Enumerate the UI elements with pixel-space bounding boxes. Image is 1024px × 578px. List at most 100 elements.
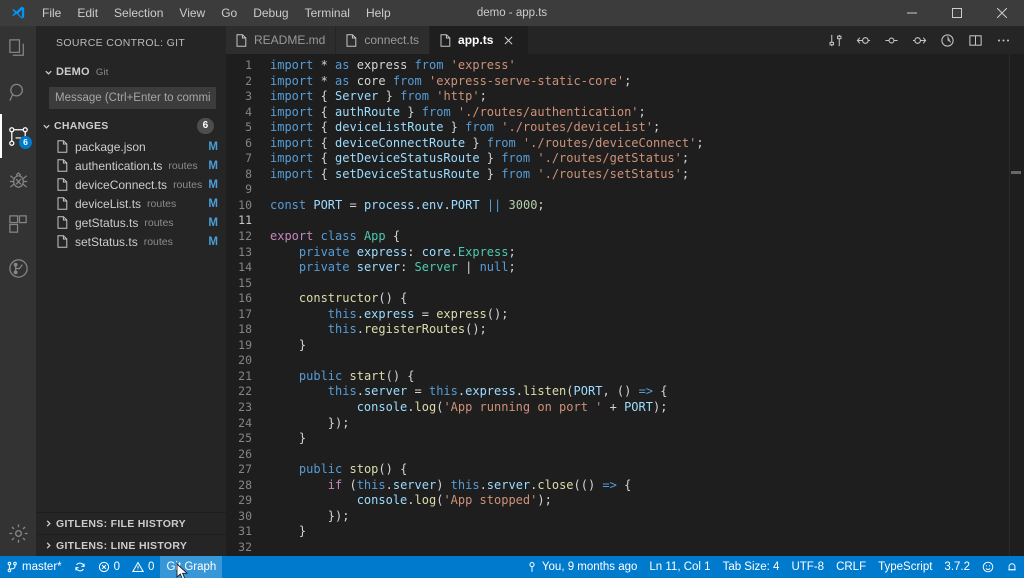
more-actions-icon[interactable] bbox=[990, 26, 1016, 54]
menu-file[interactable]: File bbox=[34, 0, 69, 26]
status-tab-size[interactable]: Tab Size: 4 bbox=[717, 556, 786, 578]
line-number: 4 bbox=[226, 105, 270, 121]
previous-change-icon[interactable] bbox=[850, 26, 876, 54]
toggle-inline-view-icon[interactable] bbox=[934, 26, 960, 54]
changed-file-row[interactable]: deviceConnect.tsroutesM bbox=[36, 175, 226, 194]
collapsed-section[interactable]: GITLENS: LINE HISTORY bbox=[36, 534, 226, 556]
maximize-button[interactable] bbox=[934, 0, 979, 26]
code-line: 27 public stop() { bbox=[226, 462, 1024, 478]
status-branch[interactable]: master* bbox=[0, 556, 68, 578]
code-line-text bbox=[270, 353, 1024, 369]
tab-bar: README.mdconnect.tsapp.ts bbox=[226, 26, 1024, 54]
line-number: 7 bbox=[226, 151, 270, 167]
stage-change-icon[interactable] bbox=[878, 26, 904, 54]
menu-terminal[interactable]: Terminal bbox=[297, 0, 358, 26]
status-feedback[interactable] bbox=[976, 556, 1000, 578]
activity-debug[interactable] bbox=[0, 158, 36, 202]
code-line: 18 this.registerRoutes(); bbox=[226, 322, 1024, 338]
status-typescript-version[interactable]: 3.7.2 bbox=[938, 556, 976, 578]
code-line: 11 bbox=[226, 213, 1024, 229]
code-line: 24 }); bbox=[226, 416, 1024, 432]
code-line: 2import * as core from 'express-serve-st… bbox=[226, 74, 1024, 90]
status-encoding[interactable]: UTF-8 bbox=[785, 556, 830, 578]
line-number: 3 bbox=[226, 89, 270, 105]
changed-file-row[interactable]: authentication.tsroutesM bbox=[36, 156, 226, 175]
changes-header[interactable]: CHANGES 6 bbox=[36, 115, 226, 137]
menu-selection[interactable]: Selection bbox=[106, 0, 171, 26]
changed-file-row[interactable]: package.json M bbox=[36, 137, 226, 156]
activity-search[interactable] bbox=[0, 70, 36, 114]
code-line: 26 bbox=[226, 447, 1024, 463]
code-viewport[interactable]: 1import * as express from 'express'2impo… bbox=[226, 54, 1024, 556]
status-cursor-position[interactable]: Ln 11, Col 1 bbox=[643, 556, 716, 578]
scroll-change-marker bbox=[1011, 171, 1021, 174]
changed-file-row[interactable]: setStatus.tsroutesM bbox=[36, 232, 226, 251]
source-control-badge: 6 bbox=[19, 136, 32, 149]
split-editor-icon[interactable] bbox=[962, 26, 988, 54]
activity-git-graph[interactable] bbox=[0, 246, 36, 290]
editor-tab[interactable]: app.ts bbox=[430, 26, 529, 54]
line-number: 32 bbox=[226, 540, 270, 556]
menu-go[interactable]: Go bbox=[213, 0, 245, 26]
status-git-graph[interactable]: Git Graph bbox=[160, 556, 222, 578]
status-label: Tab Size: 4 bbox=[723, 561, 780, 573]
activity-extensions[interactable] bbox=[0, 202, 36, 246]
menu-help[interactable]: Help bbox=[358, 0, 399, 26]
changed-files-list: package.jsonMauthentication.tsroutesMdev… bbox=[36, 137, 226, 251]
status-warnings[interactable]: 0 bbox=[126, 556, 160, 578]
file-icon bbox=[440, 34, 455, 47]
collapsed-section[interactable]: GITLENS: FILE HISTORY bbox=[36, 512, 226, 534]
tabs-container: README.mdconnect.tsapp.ts bbox=[226, 26, 529, 54]
activity-settings[interactable] bbox=[0, 510, 36, 556]
status-language-mode[interactable]: TypeScript bbox=[872, 556, 938, 578]
file-status-badge: M bbox=[202, 236, 218, 248]
file-status-badge: M bbox=[202, 179, 218, 191]
status-sync[interactable] bbox=[68, 556, 92, 578]
code-line: 31 } bbox=[226, 524, 1024, 540]
status-errors[interactable]: 0 bbox=[92, 556, 126, 578]
code-line-text bbox=[270, 540, 1024, 556]
code-line: 29 console.log('App stopped'); bbox=[226, 493, 1024, 509]
menu-edit[interactable]: Edit bbox=[69, 0, 106, 26]
line-number: 21 bbox=[226, 369, 270, 385]
status-bar-right: You, 9 months agoLn 11, Col 1 Tab Size: 4… bbox=[520, 556, 1024, 578]
scm-provider-header[interactable]: DEMO Git bbox=[36, 61, 226, 83]
compare-changes-icon[interactable] bbox=[822, 26, 848, 54]
file-status-badge: M bbox=[202, 141, 218, 153]
file-icon bbox=[346, 34, 361, 47]
chevron-down-icon bbox=[40, 68, 56, 77]
changed-file-row[interactable]: getStatus.tsroutesM bbox=[36, 213, 226, 232]
next-change-icon[interactable] bbox=[906, 26, 932, 54]
commit-message-container bbox=[36, 83, 226, 115]
minimize-button[interactable] bbox=[889, 0, 934, 26]
editor-tab[interactable]: README.md bbox=[226, 26, 336, 54]
status-notifications[interactable] bbox=[1000, 556, 1024, 578]
menu-debug[interactable]: Debug bbox=[245, 0, 296, 26]
code-line-text: this.server = this.express.listen(PORT, … bbox=[270, 384, 1024, 400]
status-label: Git Graph bbox=[166, 561, 216, 573]
sidebar-title: SOURCE CONTROL: GIT bbox=[36, 26, 226, 61]
close-button[interactable] bbox=[979, 0, 1024, 26]
activity-explorer[interactable] bbox=[0, 26, 36, 70]
activity-source-control[interactable]: 6 bbox=[0, 114, 36, 158]
status-eol[interactable]: CRLF bbox=[830, 556, 872, 578]
file-name: package.json bbox=[75, 140, 146, 154]
line-number: 30 bbox=[226, 509, 270, 525]
code-line-text: private express: core.Express; bbox=[270, 245, 1024, 261]
status-blame[interactable]: You, 9 months ago bbox=[520, 556, 643, 578]
editor-tab[interactable]: connect.ts bbox=[336, 26, 430, 54]
code-line-text: import * as express from 'express' bbox=[270, 58, 1024, 74]
code-line-text: }); bbox=[270, 509, 1024, 525]
menu-view[interactable]: View bbox=[171, 0, 213, 26]
code-line-text: import { deviceListRoute } from './route… bbox=[270, 120, 1024, 136]
tab-close-icon[interactable] bbox=[498, 36, 518, 45]
status-label: 0 bbox=[114, 561, 120, 573]
status-label: TypeScript bbox=[878, 561, 932, 573]
bell-icon bbox=[1006, 561, 1018, 573]
commit-message-input[interactable] bbox=[49, 87, 216, 109]
editor-scrollbar[interactable] bbox=[1010, 54, 1024, 556]
code-line: 17 this.express = express(); bbox=[226, 307, 1024, 323]
changed-file-row[interactable]: deviceList.tsroutesM bbox=[36, 194, 226, 213]
file-directory: routes bbox=[173, 179, 202, 191]
line-number: 27 bbox=[226, 462, 270, 478]
